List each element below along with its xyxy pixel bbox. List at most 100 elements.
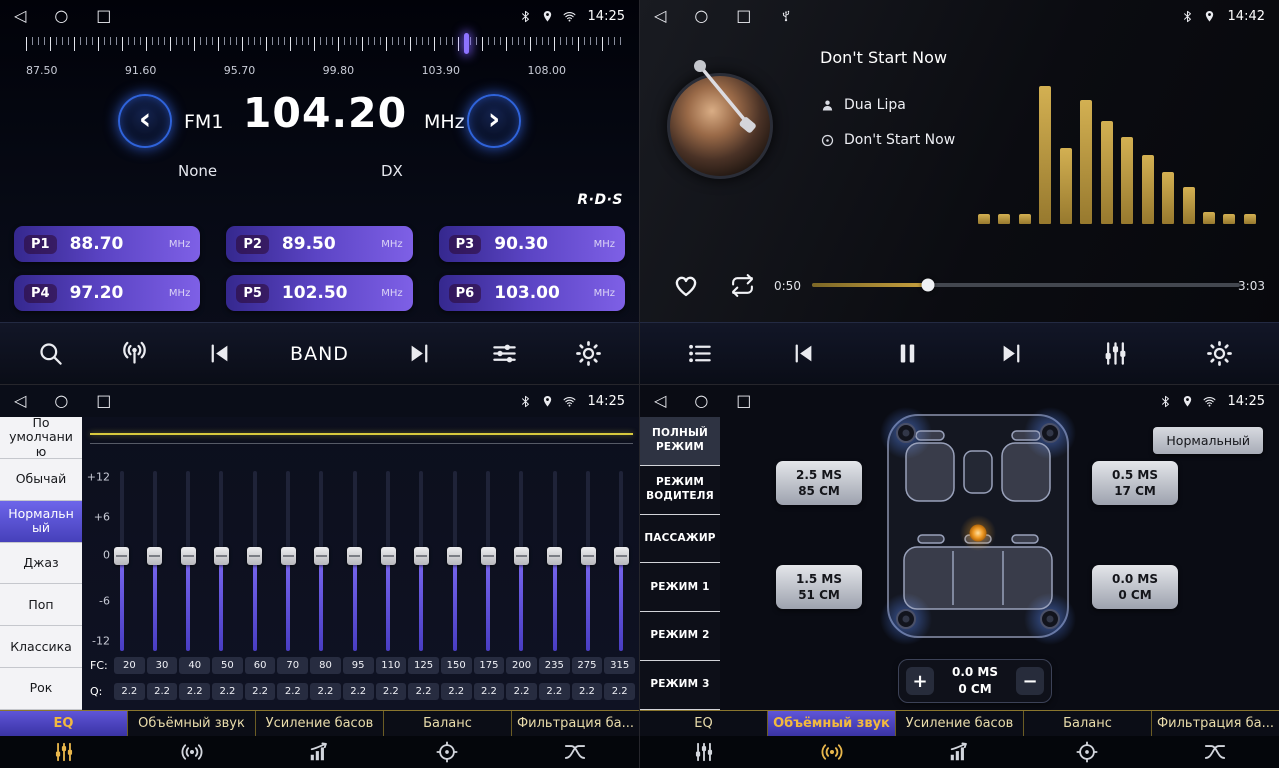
mode-2[interactable]: РЕЖИМ 2 [640, 612, 720, 661]
front-left-delay-button[interactable]: 2.5 MS 85 CM [776, 461, 862, 505]
tab-surround-sound-icon-cell[interactable] [128, 741, 256, 763]
slider-handle[interactable] [314, 547, 329, 565]
slider-handle[interactable] [514, 547, 529, 565]
favorite-heart-icon[interactable] [672, 271, 700, 299]
nav-home-button[interactable]: ○ [694, 393, 708, 409]
nav-home-button[interactable]: ○ [54, 8, 68, 24]
nav-back-button[interactable]: ◁ [14, 393, 26, 409]
preset-p6[interactable]: P6 103.00 MHz [439, 275, 625, 311]
nav-home-button[interactable]: ○ [694, 8, 708, 24]
settings-gear-icon[interactable] [1206, 340, 1233, 367]
preset-p3[interactable]: P3 90.30 MHz [439, 226, 625, 262]
slider-handle[interactable] [114, 547, 129, 565]
tab-eq[interactable]: EQ [640, 711, 768, 736]
increase-delay-button[interactable]: + [906, 667, 934, 695]
slider-handle[interactable] [381, 547, 396, 565]
nav-back-button[interactable]: ◁ [654, 8, 666, 24]
surround-preset-button[interactable]: Нормальный [1153, 427, 1263, 454]
mode-3[interactable]: РЕЖИМ 3 [640, 661, 720, 710]
eq-band-slider[interactable] [347, 471, 362, 651]
eq-band-slider[interactable] [381, 471, 396, 651]
tab-filter-icon-cell[interactable] [511, 741, 639, 763]
tab-eq-icon-cell[interactable] [0, 741, 128, 763]
tab-eq-icon-cell[interactable] [640, 741, 768, 763]
previous-track-icon[interactable] [790, 340, 817, 367]
tab-balance-icon-cell[interactable] [1023, 741, 1151, 763]
progress-bar[interactable] [812, 283, 1240, 287]
eq-band-slider[interactable] [114, 471, 129, 651]
eq-preset-normal[interactable]: Нормальный [0, 501, 82, 543]
eq-preset-default[interactable]: По умолчанию [0, 417, 82, 459]
nav-back-button[interactable]: ◁ [14, 8, 26, 24]
preset-p4[interactable]: P4 97.20 MHz [14, 275, 200, 311]
next-station-icon[interactable] [406, 340, 433, 367]
eq-band-slider[interactable] [581, 471, 596, 651]
mode-1[interactable]: РЕЖИМ 1 [640, 563, 720, 612]
eq-band-slider[interactable] [447, 471, 462, 651]
tab-balance[interactable]: Баланс [1024, 711, 1152, 736]
band-button[interactable]: BAND [290, 343, 349, 365]
tab-filter[interactable]: Фильтрация ба... [1152, 711, 1279, 736]
eq-band-slider[interactable] [547, 471, 562, 651]
eq-preset-jazz[interactable]: Джаз [0, 543, 82, 585]
rear-right-delay-button[interactable]: 0.0 MS 0 CM [1092, 565, 1178, 609]
preset-p1[interactable]: P1 88.70 MHz [14, 226, 200, 262]
broadcast-icon[interactable] [121, 340, 148, 367]
tab-bass-boost[interactable]: Усиление басов [896, 711, 1024, 736]
tab-balance-icon-cell[interactable] [383, 741, 511, 763]
slider-handle[interactable] [581, 547, 596, 565]
eq-band-slider[interactable] [414, 471, 429, 651]
tab-surround-sound[interactable]: Объёмный звук [768, 711, 896, 736]
audio-settings-icon[interactable] [491, 340, 518, 367]
preset-p2[interactable]: P2 89.50 MHz [226, 226, 412, 262]
equalizer-icon[interactable] [1102, 340, 1129, 367]
eq-band-slider[interactable] [481, 471, 496, 651]
tab-surround-sound-icon-cell[interactable] [768, 741, 896, 763]
slider-handle[interactable] [414, 547, 429, 565]
repeat-icon[interactable] [730, 273, 755, 298]
settings-gear-icon[interactable] [575, 340, 602, 367]
tab-bass-boost-icon-cell[interactable] [896, 741, 1024, 763]
pause-icon[interactable] [894, 340, 921, 367]
tab-eq[interactable]: EQ [0, 711, 128, 736]
front-right-delay-button[interactable]: 0.5 MS 17 CM [1092, 461, 1178, 505]
next-track-icon[interactable] [998, 340, 1025, 367]
tab-bass-boost[interactable]: Усиление басов [256, 711, 384, 736]
nav-recent-button[interactable]: □ [736, 393, 751, 409]
tab-surround-sound[interactable]: Объёмный звук [128, 711, 256, 736]
slider-handle[interactable] [247, 547, 262, 565]
mode-driver[interactable]: РЕЖИМ ВОДИТЕЛЯ [640, 466, 720, 515]
tab-bass-boost-icon-cell[interactable] [256, 741, 384, 763]
tab-balance[interactable]: Баланс [384, 711, 512, 736]
slider-handle[interactable] [614, 547, 629, 565]
slider-handle[interactable] [447, 547, 462, 565]
search-icon[interactable] [37, 340, 64, 367]
eq-preset-custom[interactable]: Обычай [0, 459, 82, 501]
mode-passenger[interactable]: ПАССАЖИР [640, 515, 720, 564]
decrease-delay-button[interactable]: − [1016, 667, 1044, 695]
eq-band-slider[interactable] [281, 471, 296, 651]
eq-band-slider[interactable] [314, 471, 329, 651]
mode-full[interactable]: ПОЛНЫЙ РЕЖИМ [640, 417, 720, 466]
playlist-icon[interactable] [686, 340, 713, 367]
tab-filter[interactable]: Фильтрация ба... [512, 711, 639, 736]
eq-band-slider[interactable] [514, 471, 529, 651]
frequency-indicator[interactable] [464, 33, 469, 54]
slider-handle[interactable] [481, 547, 496, 565]
slider-handle[interactable] [281, 547, 296, 565]
tune-up-button[interactable]: › [467, 94, 521, 148]
nav-recent-button[interactable]: □ [736, 8, 751, 24]
tune-down-button[interactable]: ‹ [118, 94, 172, 148]
progress-knob[interactable] [921, 279, 934, 292]
eq-preset-pop[interactable]: Поп [0, 584, 82, 626]
rear-left-delay-button[interactable]: 1.5 MS 51 CM [776, 565, 862, 609]
eq-band-slider[interactable] [181, 471, 196, 651]
nav-back-button[interactable]: ◁ [654, 393, 666, 409]
slider-handle[interactable] [547, 547, 562, 565]
eq-preset-classic[interactable]: Классика [0, 626, 82, 668]
slider-handle[interactable] [181, 547, 196, 565]
slider-handle[interactable] [347, 547, 362, 565]
tab-filter-icon-cell[interactable] [1151, 741, 1279, 763]
previous-station-icon[interactable] [206, 340, 233, 367]
nav-home-button[interactable]: ○ [54, 393, 68, 409]
